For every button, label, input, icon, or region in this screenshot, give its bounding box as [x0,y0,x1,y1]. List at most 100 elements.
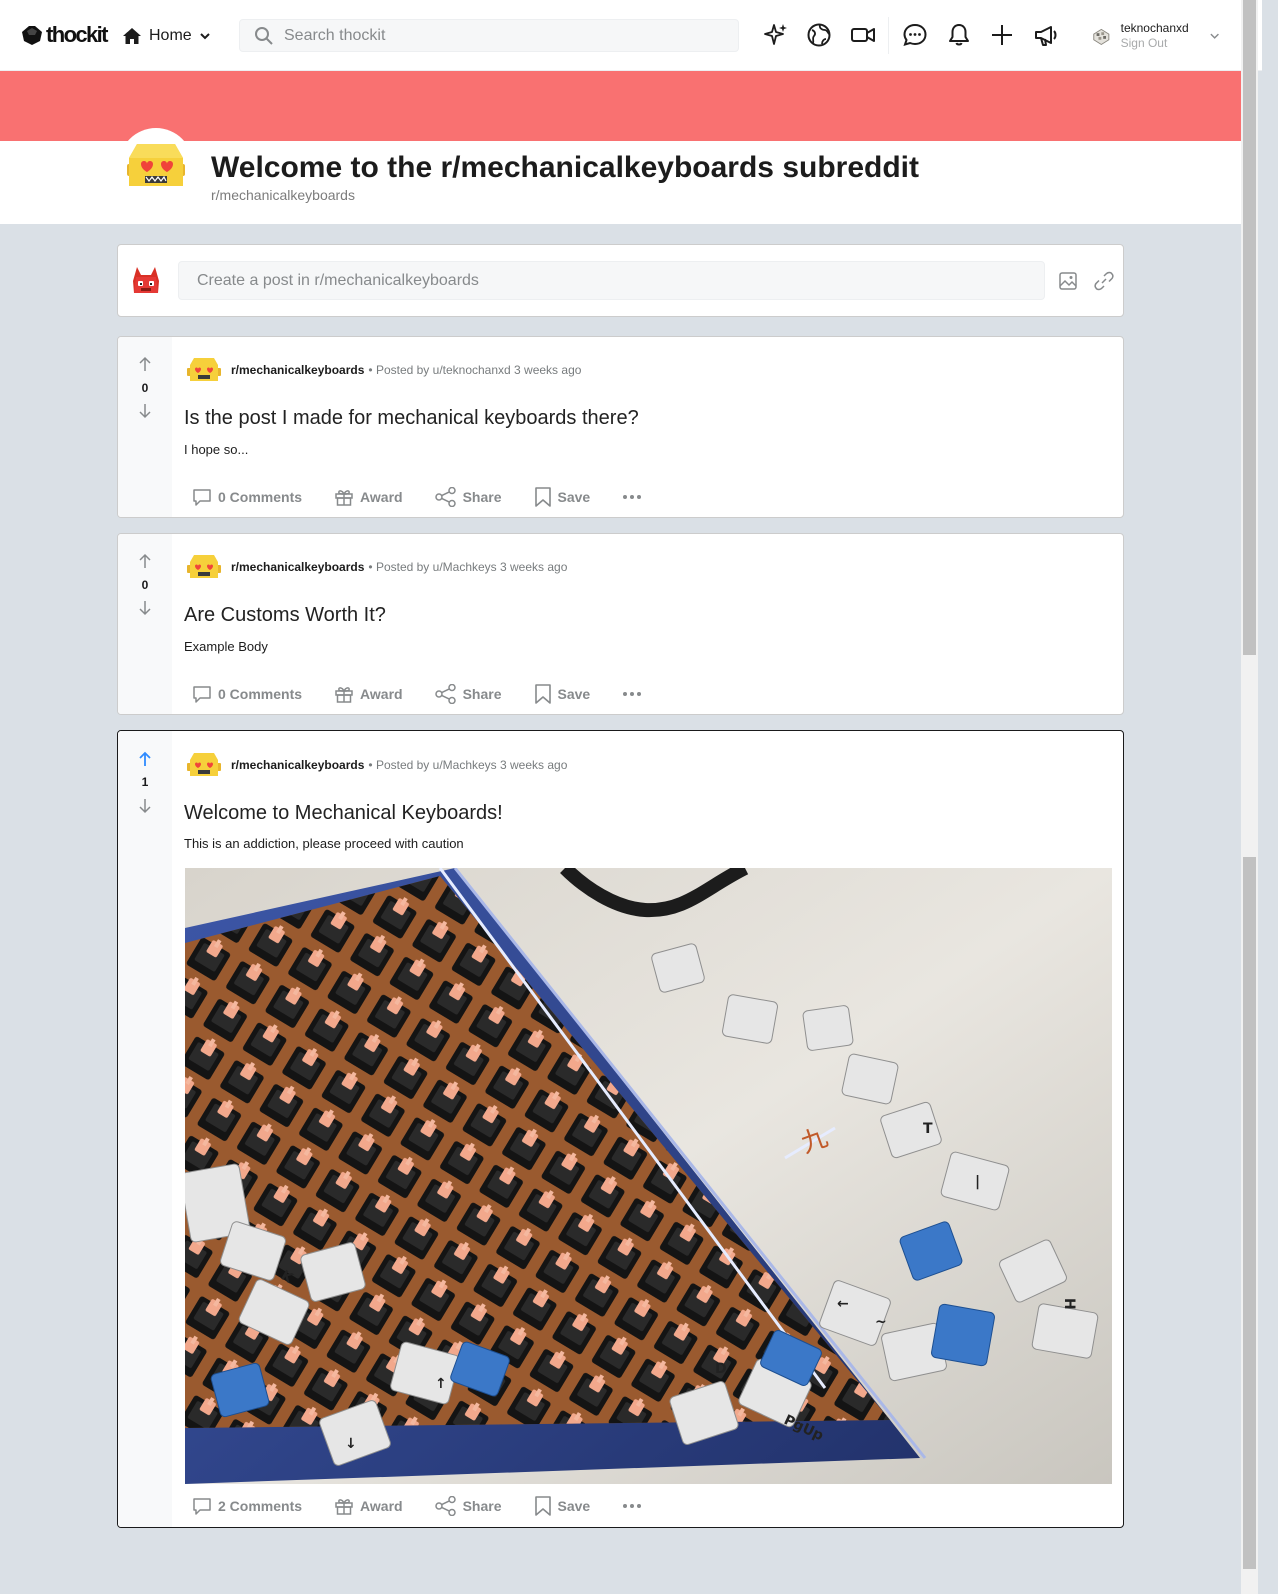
post-subreddit-link[interactable]: r/mechanicalkeyboards [231,363,364,377]
create-post-box [117,244,1124,317]
post-body: This is an addiction, please proceed wit… [184,836,464,851]
megaphone-icon [1035,26,1057,46]
post-card[interactable]: 0 r/mechanicalkeyboards • Posted by u/te… [117,336,1124,518]
create-post-button[interactable] [989,22,1015,48]
comments-label: 0 Comments [218,489,303,505]
notifications-button[interactable] [946,22,972,48]
save-button[interactable]: Save [526,1491,599,1521]
svg-text:~: ~ [875,1314,887,1330]
video-button[interactable] [850,22,876,48]
thockit-logo[interactable]: thockit [19,22,109,48]
keyboard-photo: 九 T H D PgUp ~ K ↑ ↓ ← | [185,868,1112,1484]
chevron-down-icon [1210,33,1219,39]
popular-button[interactable] [763,22,789,48]
award-button[interactable]: Award [326,483,411,511]
downvote-button[interactable] [135,796,155,816]
save-button[interactable]: Save [526,482,599,512]
more-icon [623,1504,642,1508]
post-subreddit-link[interactable]: r/mechanicalkeyboards [231,758,364,772]
post-title[interactable]: Welcome to Mechanical Keyboards! [184,802,503,825]
gift-icon [335,490,353,506]
post-actions: 0 Comments Award Share Save [184,482,650,512]
vote-column: 0 [118,534,172,714]
bell-icon [949,24,969,46]
arrow-up-icon [139,356,151,371]
award-button[interactable]: Award [326,680,411,708]
post-body: Example Body [184,639,268,654]
plus-icon [992,25,1012,45]
svg-text:|: | [975,1174,980,1190]
thockit-logo-icon [22,26,42,45]
post-meta: • Posted by u/Machkeys 3 weeks ago [368,560,568,574]
more-icon [623,692,642,696]
advertise-button[interactable] [1033,22,1059,48]
save-label: Save [557,1498,591,1514]
user-menu[interactable]: teknochanxd Sign Out [1090,20,1220,52]
subreddit-avatar [119,128,193,202]
top-navigation-bar: thockit Home Search thockit teknochanxd … [0,0,1262,71]
downvote-button[interactable] [135,598,155,618]
bookmark-icon [534,1496,551,1516]
more-options-button[interactable] [614,1499,650,1513]
comments-button[interactable]: 2 Comments [184,1492,310,1520]
post-header: r/mechanicalkeyboards • Posted by u/Mach… [185,750,567,780]
more-options-button[interactable] [614,490,650,504]
comments-button[interactable]: 0 Comments [184,483,310,511]
video-icon [851,28,875,42]
downvote-button[interactable] [135,401,155,421]
post-subreddit-link[interactable]: r/mechanicalkeyboards [231,560,364,574]
all-button[interactable] [806,22,832,48]
upvote-button[interactable] [135,749,155,769]
post-title[interactable]: Is the post I made for mechanical keyboa… [184,407,639,430]
home-label: Home [149,27,192,44]
award-button[interactable]: Award [326,1492,411,1520]
link-post-button[interactable] [1092,269,1116,293]
arrow-down-icon [139,601,151,616]
comments-button[interactable]: 0 Comments [184,680,310,708]
more-options-button[interactable] [614,687,650,701]
post-header: r/mechanicalkeyboards • Posted by u/Mach… [185,552,567,582]
image-upload-button[interactable] [1056,269,1080,293]
search-input[interactable] [284,26,714,45]
subreddit-mascot-icon[interactable] [185,750,223,780]
post-image[interactable]: 九 T H D PgUp ~ K ↑ ↓ ← | [185,868,1112,1484]
home-dropdown[interactable]: Home [122,24,211,48]
post-card[interactable]: 0 r/mechanicalkeyboards • Posted by u/Ma… [117,533,1124,715]
upvote-button[interactable] [135,354,155,374]
vote-column: 1 [118,731,172,1527]
award-label: Award [360,1498,403,1514]
subreddit-mascot-icon[interactable] [185,355,223,385]
scrollbar-thumb-lower[interactable] [1243,857,1256,1569]
keycap-legend-t: T [923,1121,933,1137]
share-button[interactable]: Share [427,680,510,708]
bookmark-icon [534,684,551,704]
chevron-down-icon [199,33,210,40]
sign-out-link[interactable]: Sign Out [1121,36,1189,51]
username: teknochanxd [1120,21,1189,35]
comment-icon [193,686,211,703]
save-label: Save [557,686,591,702]
vote-score: 0 [141,381,149,395]
subreddit-mascot-icon[interactable] [185,552,223,582]
svg-text:↓: ↓ [345,1436,357,1452]
sparkle-icon [764,24,787,45]
post-card[interactable]: 1 r/mechanicalkeyboards • Posted by u/Ma… [117,730,1124,1528]
scrollbar-thumb[interactable] [1243,0,1256,655]
comments-label: 2 Comments [218,1498,303,1514]
post-title[interactable]: Are Customs Worth It? [184,604,386,627]
upvote-button[interactable] [135,551,155,571]
award-label: Award [360,686,403,702]
post-body: I hope so... [184,442,249,457]
save-label: Save [557,489,591,505]
share-button[interactable]: Share [427,483,510,511]
create-post-input[interactable] [178,261,1045,300]
chat-button[interactable] [902,22,928,48]
vote-column: 0 [118,337,172,517]
share-button[interactable]: Share [427,1492,510,1520]
search-bar[interactable] [239,19,739,52]
svg-text:H: H [1061,1298,1077,1310]
save-button[interactable]: Save [526,679,599,709]
share-icon [434,684,456,704]
share-icon [434,1496,456,1516]
globe-icon [807,23,831,47]
